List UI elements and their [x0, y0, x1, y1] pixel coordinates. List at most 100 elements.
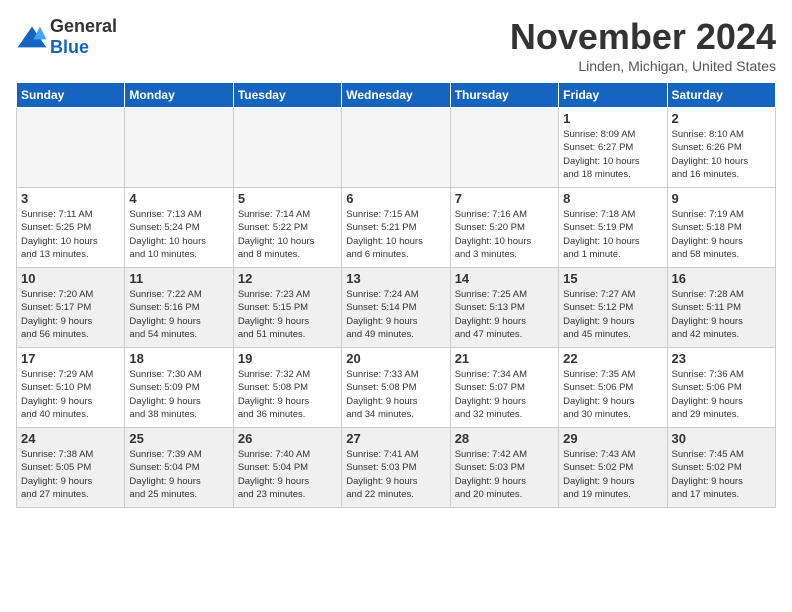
- weekday-header-cell: Thursday: [450, 83, 558, 108]
- day-info: Sunrise: 7:14 AM Sunset: 5:22 PM Dayligh…: [238, 208, 337, 261]
- day-number: 10: [21, 271, 120, 286]
- day-number: 9: [672, 191, 771, 206]
- calendar-day-cell: 15Sunrise: 7:27 AM Sunset: 5:12 PM Dayli…: [559, 268, 667, 348]
- day-number: 7: [455, 191, 554, 206]
- day-number: 4: [129, 191, 228, 206]
- calendar-day-cell: 11 Sunrise: 7:22 AM Sunset: 5:16 PM Dayli…: [125, 268, 233, 348]
- day-number: 14: [455, 271, 554, 286]
- day-number: 21: [455, 351, 554, 366]
- day-number: 17: [21, 351, 120, 366]
- calendar-table: SundayMondayTuesdayWednesdayThursdayFrid…: [16, 82, 776, 508]
- calendar-day-cell: 24 Sunrise: 7:38 AM Sunset: 5:05 PM Dayli…: [17, 428, 125, 508]
- day-number: 8: [563, 191, 662, 206]
- day-info: Sunrise: 7:29 AM Sunset: 5:10 PM Dayligh…: [21, 368, 120, 421]
- day-info: Sunrise: 7:35 AM Sunset: 5:06 PM Dayligh…: [563, 368, 662, 421]
- day-info: Sunrise: 7:30 AM Sunset: 5:09 PM Dayligh…: [129, 368, 228, 421]
- day-info: Sunrise: 7:25 AM Sunset: 5:13 PM Dayligh…: [455, 288, 554, 341]
- day-number: 24: [21, 431, 120, 446]
- calendar-week-row: 24 Sunrise: 7:38 AM Sunset: 5:05 PM Dayli…: [17, 428, 776, 508]
- calendar-day-cell: 18 Sunrise: 7:30 AM Sunset: 5:09 PM Dayli…: [125, 348, 233, 428]
- calendar-day-cell: 20 Sunrise: 7:33 AM Sunset: 5:08 PM Dayli…: [342, 348, 450, 428]
- calendar-day-cell: 2 Sunrise: 8:10 AM Sunset: 6:26 PM Daylig…: [667, 108, 775, 188]
- day-info: Sunrise: 7:43 AM Sunset: 5:02 PM Dayligh…: [563, 448, 662, 501]
- day-info: Sunrise: 7:18 AM Sunset: 5:19 PM Dayligh…: [563, 208, 662, 261]
- calendar-day-cell: 14 Sunrise: 7:25 AM Sunset: 5:13 PM Dayli…: [450, 268, 558, 348]
- calendar-day-cell: 10 Sunrise: 7:20 AM Sunset: 5:17 PM Dayli…: [17, 268, 125, 348]
- calendar-day-cell: 27Sunrise: 7:41 AM Sunset: 5:03 PM Dayli…: [342, 428, 450, 508]
- title-area: November 2024 Linden, Michigan, United S…: [510, 16, 776, 74]
- weekday-header-cell: Friday: [559, 83, 667, 108]
- day-number: 12: [238, 271, 337, 286]
- calendar-week-row: 1 Sunrise: 8:09 AM Sunset: 6:27 PM Daylig…: [17, 108, 776, 188]
- day-number: 11: [129, 271, 228, 286]
- day-info: Sunrise: 7:19 AM Sunset: 5:18 PM Dayligh…: [672, 208, 771, 261]
- calendar-day-cell: [233, 108, 341, 188]
- day-number: 19: [238, 351, 337, 366]
- day-number: 16: [672, 271, 771, 286]
- weekday-header-cell: Sunday: [17, 83, 125, 108]
- calendar-day-cell: 21 Sunrise: 7:34 AM Sunset: 5:07 PM Dayli…: [450, 348, 558, 428]
- day-info: Sunrise: 7:11 AM Sunset: 5:25 PM Dayligh…: [21, 208, 120, 261]
- calendar-day-cell: 16 Sunrise: 7:28 AM Sunset: 5:11 PM Dayli…: [667, 268, 775, 348]
- day-info: Sunrise: 7:38 AM Sunset: 5:05 PM Dayligh…: [21, 448, 120, 501]
- logo-icon: [16, 25, 48, 49]
- day-number: 18: [129, 351, 228, 366]
- day-number: 29: [563, 431, 662, 446]
- day-info: Sunrise: 7:39 AM Sunset: 5:04 PM Dayligh…: [129, 448, 228, 501]
- day-info: Sunrise: 7:32 AM Sunset: 5:08 PM Dayligh…: [238, 368, 337, 421]
- calendar-day-cell: 9 Sunrise: 7:19 AM Sunset: 5:18 PM Daylig…: [667, 188, 775, 268]
- calendar-day-cell: 1 Sunrise: 8:09 AM Sunset: 6:27 PM Daylig…: [559, 108, 667, 188]
- day-info: Sunrise: 7:13 AM Sunset: 5:24 PM Dayligh…: [129, 208, 228, 261]
- day-number: 1: [563, 111, 662, 126]
- day-info: Sunrise: 7:33 AM Sunset: 5:08 PM Dayligh…: [346, 368, 445, 421]
- day-number: 6: [346, 191, 445, 206]
- day-number: 5: [238, 191, 337, 206]
- logo-general-text: General: [50, 16, 117, 36]
- calendar-day-cell: 29 Sunrise: 7:43 AM Sunset: 5:02 PM Dayli…: [559, 428, 667, 508]
- calendar-day-cell: 17 Sunrise: 7:29 AM Sunset: 5:10 PM Dayli…: [17, 348, 125, 428]
- day-number: 26: [238, 431, 337, 446]
- calendar-day-cell: [450, 108, 558, 188]
- weekday-header-cell: Wednesday: [342, 83, 450, 108]
- day-number: 20: [346, 351, 445, 366]
- day-info: Sunrise: 7:20 AM Sunset: 5:17 PM Dayligh…: [21, 288, 120, 341]
- calendar-day-cell: [342, 108, 450, 188]
- calendar-body: 1 Sunrise: 8:09 AM Sunset: 6:27 PM Daylig…: [17, 108, 776, 508]
- calendar-day-cell: 25 Sunrise: 7:39 AM Sunset: 5:04 PM Dayli…: [125, 428, 233, 508]
- day-info: Sunrise: 7:42 AM Sunset: 5:03 PM Dayligh…: [455, 448, 554, 501]
- day-info: Sunrise: 8:10 AM Sunset: 6:26 PM Dayligh…: [672, 128, 771, 181]
- calendar-day-cell: 26 Sunrise: 7:40 AM Sunset: 5:04 PM Dayli…: [233, 428, 341, 508]
- weekday-header-cell: Tuesday: [233, 83, 341, 108]
- day-info: Sunrise: 7:34 AM Sunset: 5:07 PM Dayligh…: [455, 368, 554, 421]
- logo-blue-text: Blue: [50, 37, 89, 57]
- day-info: Sunrise: 7:40 AM Sunset: 5:04 PM Dayligh…: [238, 448, 337, 501]
- day-number: 13: [346, 271, 445, 286]
- calendar-day-cell: [125, 108, 233, 188]
- calendar-week-row: 10 Sunrise: 7:20 AM Sunset: 5:17 PM Dayli…: [17, 268, 776, 348]
- location: Linden, Michigan, United States: [510, 58, 776, 74]
- day-info: Sunrise: 7:45 AM Sunset: 5:02 PM Dayligh…: [672, 448, 771, 501]
- calendar-day-cell: 3Sunrise: 7:11 AM Sunset: 5:25 PM Daylig…: [17, 188, 125, 268]
- calendar-day-cell: 19 Sunrise: 7:32 AM Sunset: 5:08 PM Dayli…: [233, 348, 341, 428]
- calendar-day-cell: [17, 108, 125, 188]
- day-info: Sunrise: 7:41 AM Sunset: 5:03 PM Dayligh…: [346, 448, 445, 501]
- calendar-day-cell: 30Sunrise: 7:45 AM Sunset: 5:02 PM Dayli…: [667, 428, 775, 508]
- calendar-day-cell: 7Sunrise: 7:16 AM Sunset: 5:20 PM Daylig…: [450, 188, 558, 268]
- day-info: Sunrise: 8:09 AM Sunset: 6:27 PM Dayligh…: [563, 128, 662, 181]
- day-info: Sunrise: 7:15 AM Sunset: 5:21 PM Dayligh…: [346, 208, 445, 261]
- weekday-header-cell: Saturday: [667, 83, 775, 108]
- day-info: Sunrise: 7:22 AM Sunset: 5:16 PM Dayligh…: [129, 288, 228, 341]
- day-number: 28: [455, 431, 554, 446]
- calendar-week-row: 3Sunrise: 7:11 AM Sunset: 5:25 PM Daylig…: [17, 188, 776, 268]
- calendar-day-cell: 22Sunrise: 7:35 AM Sunset: 5:06 PM Dayli…: [559, 348, 667, 428]
- page-header: General Blue November 2024 Linden, Michi…: [16, 16, 776, 74]
- day-number: 2: [672, 111, 771, 126]
- calendar-day-cell: 6 Sunrise: 7:15 AM Sunset: 5:21 PM Daylig…: [342, 188, 450, 268]
- day-number: 23: [672, 351, 771, 366]
- day-info: Sunrise: 7:28 AM Sunset: 5:11 PM Dayligh…: [672, 288, 771, 341]
- day-info: Sunrise: 7:24 AM Sunset: 5:14 PM Dayligh…: [346, 288, 445, 341]
- calendar-day-cell: 28 Sunrise: 7:42 AM Sunset: 5:03 PM Dayli…: [450, 428, 558, 508]
- day-number: 25: [129, 431, 228, 446]
- day-info: Sunrise: 7:27 AM Sunset: 5:12 PM Dayligh…: [563, 288, 662, 341]
- calendar-day-cell: 23Sunrise: 7:36 AM Sunset: 5:06 PM Dayli…: [667, 348, 775, 428]
